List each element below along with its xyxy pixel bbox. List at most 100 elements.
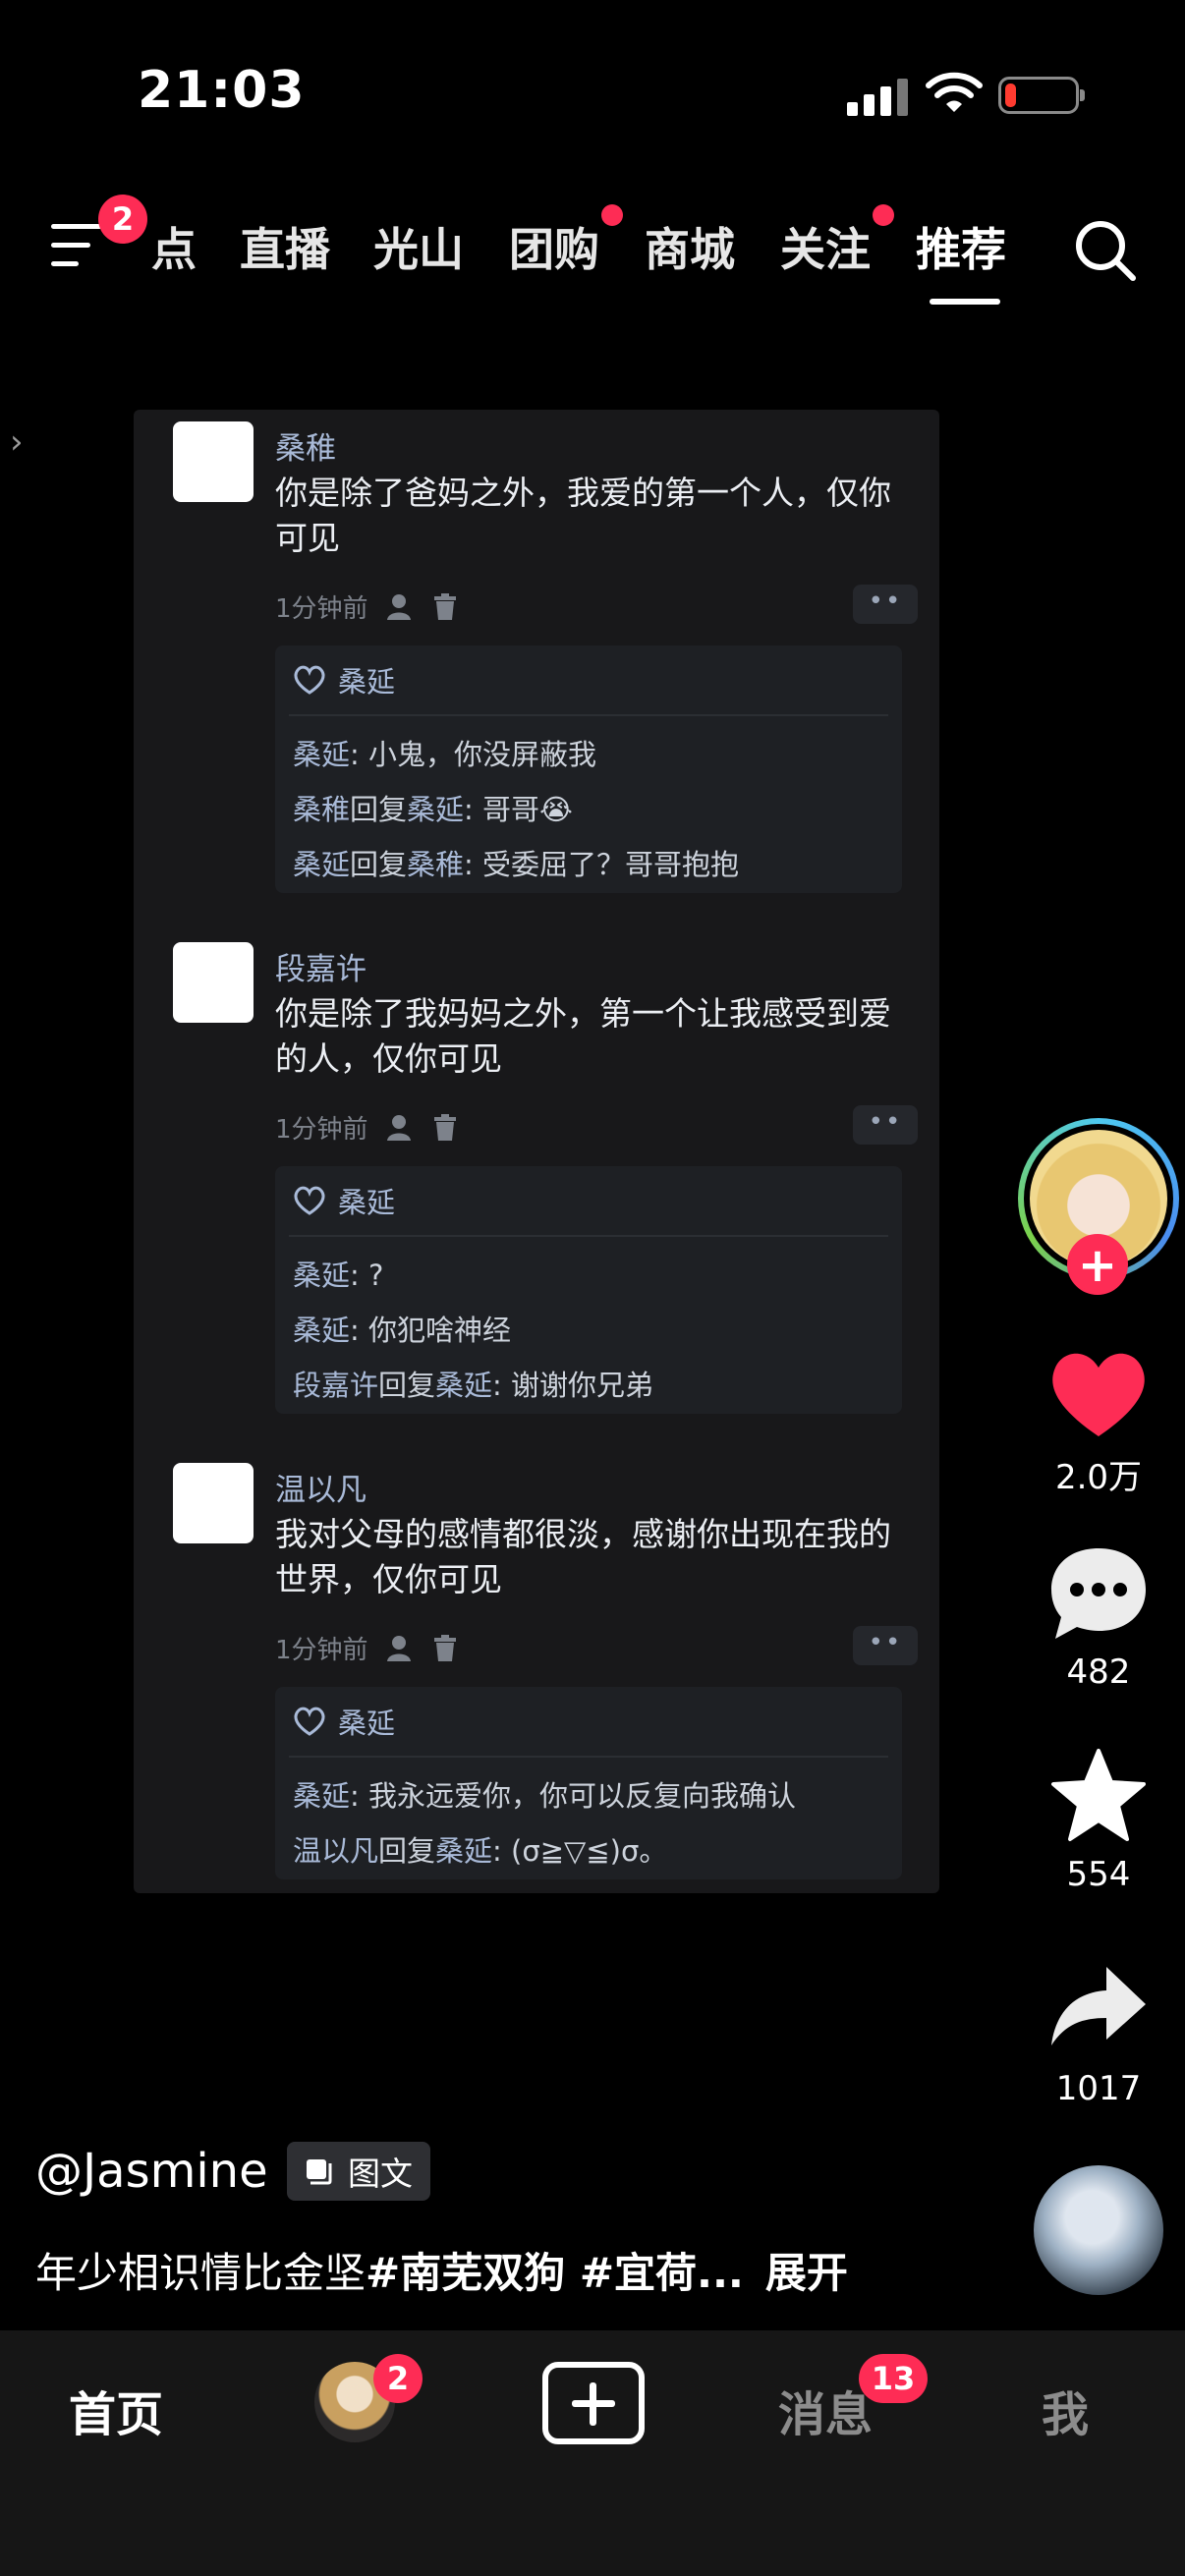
search-icon[interactable]: [1073, 218, 1138, 283]
comment-item: 段嘉许 你是除了我妈妈之外，第一个让我感受到爱的人，仅你可见 1分钟前 •• 桑…: [173, 942, 920, 1433]
tab-dian[interactable]: 点: [151, 214, 197, 279]
more-options-button[interactable]: ••: [853, 585, 918, 624]
liked-by-name: 桑延: [338, 1186, 396, 1219]
comment-screenshot-card: 桑稚 你是除了爸妈之外，我爱的第一个人，仅你可见 1分钟前 •• 桑延 桑延: …: [134, 410, 939, 1893]
visibility-user-icon: [386, 1114, 411, 1141]
tab-me[interactable]: 我: [1042, 2376, 1089, 2444]
visibility-user-icon: [386, 593, 411, 620]
menu-badge: 2: [98, 195, 147, 244]
delete-icon[interactable]: [433, 1113, 457, 1142]
reply-from: 桑延: [293, 738, 351, 771]
comment-bubble-icon[interactable]: [1042, 1544, 1156, 1643]
menu-button[interactable]: [51, 224, 102, 267]
visibility-user-icon: [386, 1635, 411, 1661]
comment-text: 你是除了爸妈之外，我爱的第一个人，仅你可见: [275, 474, 891, 557]
post-caption: 年少相识情比金坚#南芜双狗 #宜荷... 展开: [35, 2240, 848, 2300]
battery-icon: [998, 77, 1085, 114]
tab-live[interactable]: 直播: [240, 214, 330, 279]
comment-time: 1分钟前: [275, 594, 368, 624]
reply-text: : 哥哥😭: [464, 793, 573, 826]
tab-guangshan[interactable]: 光山: [373, 214, 464, 279]
reply-line: 温以凡回复桑延: (σ≧▽≦)σ。: [293, 1828, 667, 1870]
comment-meta: 1分钟前: [275, 1109, 457, 1146]
comment-text: 你是除了我妈妈之外，第一个让我感受到爱的人，仅你可见: [275, 994, 891, 1078]
comment-item: 桑稚 你是除了爸妈之外，我爱的第一个人，仅你可见 1分钟前 •• 桑延 桑延: …: [173, 421, 920, 913]
reply-line: 桑稚回复桑延: 哥哥😭: [293, 787, 573, 828]
reply-text: : 我永远爱你，你可以反复向我确认: [350, 1779, 797, 1813]
reply-text: : 受委屈了？哥哥抱抱: [464, 848, 740, 881]
reply-text: : 小鬼，你没屏蔽我: [350, 738, 597, 771]
create-post-button[interactable]: [542, 2362, 645, 2444]
reply-text: : (σ≧▽≦)σ。: [492, 1834, 668, 1868]
tab-messages[interactable]: 消息: [778, 2376, 873, 2444]
reply-to: 桑延: [435, 1834, 493, 1868]
favorite-count: 554: [1066, 1855, 1131, 1894]
commenter-avatar: [173, 1463, 254, 1543]
expand-button[interactable]: 展开: [765, 2249, 848, 2297]
reply-connector: 回复: [378, 1369, 436, 1402]
reply-from: 桑延: [293, 1779, 351, 1813]
chevron-right-icon[interactable]: ›: [10, 422, 24, 462]
liked-by-name: 桑延: [338, 665, 396, 699]
commenter-name: 桑稚: [275, 431, 336, 467]
reply-connector: 回复: [350, 793, 408, 826]
reply-thread: 桑延 桑延: 我永远爱你，你可以反复向我确认 温以凡回复桑延: (σ≧▽≦)σ。: [275, 1687, 902, 1879]
reply-to: 桑延: [407, 793, 465, 826]
tab-following[interactable]: 关注: [780, 214, 871, 279]
liked-by: 桑延: [293, 1701, 395, 1742]
reply-divider: [289, 714, 888, 716]
caption-text: 年少相识情比金坚: [35, 2249, 367, 2297]
like-heart-icon[interactable]: [1042, 1344, 1156, 1442]
comment-text: 我对父母的感情都很淡，感谢你出现在我的世界，仅你可见: [275, 1515, 891, 1598]
reply-line: 段嘉许回复桑延: 谢谢你兄弟: [293, 1363, 653, 1404]
tab-group-buy-dot: [601, 204, 623, 226]
tab-mall[interactable]: 商城: [645, 214, 735, 279]
favorite-star-icon[interactable]: [1042, 1747, 1156, 1845]
messages-badge: 13: [859, 2354, 928, 2403]
commenter-avatar: [173, 942, 254, 1023]
comment-time: 1分钟前: [275, 1115, 368, 1145]
caption-hashtags[interactable]: #南芜双狗 #宜荷...: [366, 2249, 744, 2297]
reply-connector: 回复: [378, 1834, 436, 1868]
delete-icon[interactable]: [433, 592, 457, 621]
comment-meta: 1分钟前: [275, 588, 457, 625]
commenter-avatar: [173, 421, 254, 502]
like-count: 2.0万: [1054, 1458, 1143, 1497]
follow-button[interactable]: +: [1067, 1234, 1128, 1295]
post-type-label: 图文: [348, 2155, 413, 2193]
tab-group-buy[interactable]: 团购: [509, 214, 599, 279]
liked-by: 桑延: [293, 1180, 395, 1221]
post-author[interactable]: @Jasmine: [35, 2144, 268, 2199]
more-options-button[interactable]: ••: [853, 1626, 918, 1665]
commenter-name: 段嘉许: [275, 952, 367, 987]
tab-home[interactable]: 首页: [69, 2376, 163, 2444]
reply-from: 桑稚: [293, 793, 351, 826]
reply-from: 段嘉许: [293, 1369, 379, 1402]
share-arrow-icon[interactable]: [1042, 1961, 1156, 2059]
reply-from: 桑延: [293, 1259, 351, 1292]
delete-icon[interactable]: [433, 1634, 457, 1662]
music-disc[interactable]: [1034, 2165, 1163, 2295]
post-type-tag: 图文: [287, 2142, 430, 2201]
reply-text: : 谢谢你兄弟: [492, 1369, 654, 1402]
status-time: 21:03: [138, 61, 306, 120]
liked-by: 桑延: [293, 659, 395, 700]
reply-to: 桑稚: [407, 848, 465, 881]
reply-text: : ?: [350, 1259, 384, 1292]
comment-item: 温以凡 我对父母的感情都很淡，感谢你出现在我的世界，仅你可见 1分钟前 •• 桑…: [173, 1463, 920, 1885]
reply-line: 桑延回复桑稚: 受委屈了？哥哥抱抱: [293, 842, 739, 883]
liked-by-name: 桑延: [338, 1707, 396, 1740]
reply-from: 桑延: [293, 1314, 351, 1347]
reply-connector: 回复: [350, 848, 408, 881]
active-tab-indicator: [930, 299, 1000, 305]
image-post-icon: [307, 2159, 332, 2185]
reply-line: 桑延: 你犯啥神经: [293, 1308, 511, 1349]
tab-recommend[interactable]: 推荐: [916, 214, 1006, 279]
reply-thread: 桑延 桑延: ? 桑延: 你犯啥神经 段嘉许回复桑延: 谢谢你兄弟: [275, 1166, 902, 1414]
heart-outline-icon: [294, 1707, 325, 1736]
reply-thread: 桑延 桑延: 小鬼，你没屏蔽我 桑稚回复桑延: 哥哥😭 桑延回复桑稚: 受委屈了…: [275, 645, 902, 893]
reply-to: 桑延: [435, 1369, 493, 1402]
reply-line: 桑延: 小鬼，你没屏蔽我: [293, 732, 596, 773]
more-options-button[interactable]: ••: [853, 1105, 918, 1145]
reply-text: : 你犯啥神经: [350, 1314, 512, 1347]
